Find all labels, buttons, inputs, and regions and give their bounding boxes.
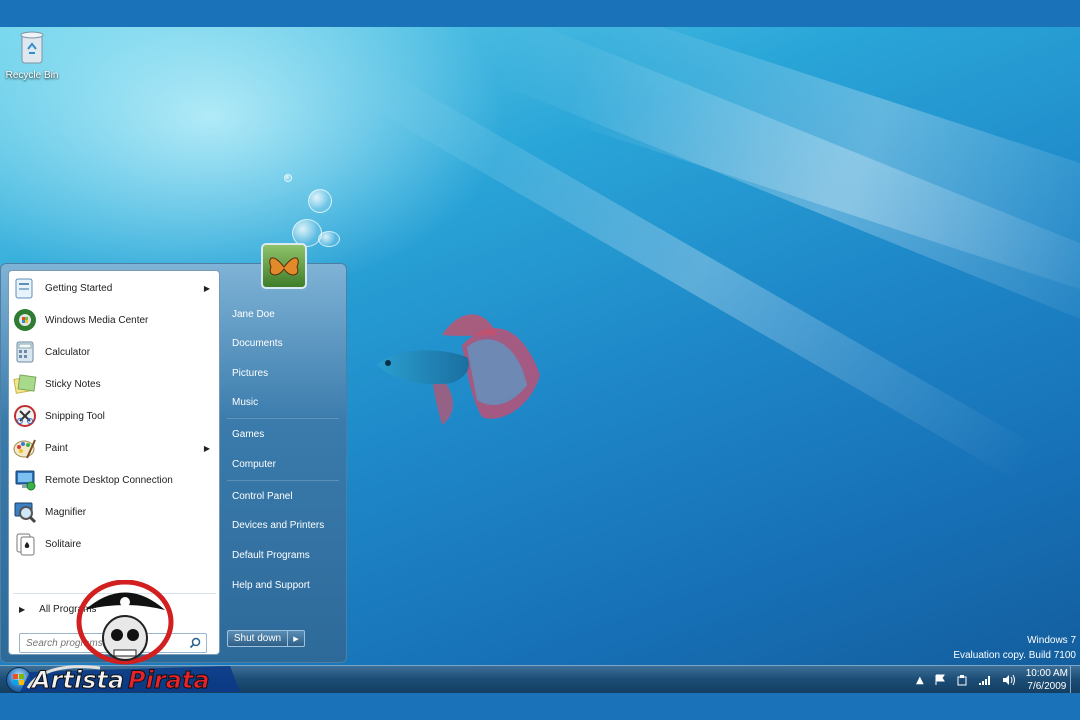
getting-started-icon [12,275,38,301]
sticky-notes-icon [12,371,38,397]
top-frame-bar [0,0,1080,27]
link-control-panel[interactable]: Control Panel [227,483,339,509]
show-desktop-button[interactable] [1070,666,1080,694]
program-label: Paint [45,442,68,454]
windows-watermark: Windows 7 Evaluation copy. Build 7100 [953,633,1076,663]
svg-text:Artista: Artista [30,666,124,694]
safely-remove-hardware-icon[interactable] [956,674,968,686]
program-label: Remote Desktop Connection [45,474,173,486]
clock-time: 10:00 AM [1025,668,1068,679]
desktop-icon-recycle-bin[interactable]: Recycle Bin [4,29,60,81]
action-center-flag-icon[interactable] [934,674,946,686]
show-hidden-icons-icon[interactable]: ▲ [916,675,924,686]
program-label: Windows Media Center [45,314,149,326]
program-label: Sticky Notes [45,378,101,390]
watermark-build: Evaluation copy. Build 7100 [953,650,1076,661]
link-computer[interactable]: Computer [227,451,339,477]
artistapirata-logo: Artista Pirata [20,580,240,695]
media-center-icon [12,307,38,333]
network-signal-icon[interactable] [978,674,992,686]
program-paint[interactable]: Paint ▶ [11,432,218,464]
volume-icon[interactable] [1002,674,1016,686]
program-remote-desktop-connection[interactable]: Remote Desktop Connection [11,464,218,496]
link-devices-and-printers[interactable]: Devices and Printers [227,512,339,538]
submenu-arrow-icon[interactable]: ▶ [204,444,210,453]
calculator-icon [12,339,38,365]
submenu-arrow-icon[interactable]: ▶ [204,284,210,293]
clock-date: 7/6/2009 [1027,681,1067,692]
program-getting-started[interactable]: Getting Started ▶ [11,272,218,304]
magnifier-icon [12,499,38,525]
paint-icon [12,435,38,461]
program-label: Snipping Tool [45,410,105,422]
remote-desktop-icon [12,467,38,493]
desktop-icon-label: Recycle Bin [5,70,59,81]
svg-text:Pirata: Pirata [128,666,210,694]
watermark-title: Windows 7 [1027,635,1076,646]
link-pictures[interactable]: Pictures [227,360,339,386]
link-documents[interactable]: Documents [227,330,339,356]
butterfly-icon [269,257,299,276]
system-tray: ▲ 10:00 AM 7/6/2009 [916,666,1068,694]
solitaire-icon [12,531,38,557]
link-music[interactable]: Music [227,389,339,415]
divider [227,418,339,419]
program-calculator[interactable]: Calculator [11,336,218,368]
betta-fish-image [377,314,540,425]
shutdown-options-arrow-icon[interactable]: ▶ [288,631,304,646]
snipping-tool-icon [12,403,38,429]
program-sticky-notes[interactable]: Sticky Notes [11,368,218,400]
divider [227,480,339,481]
program-label: Getting Started [45,282,113,294]
program-windows-media-center[interactable]: Windows Media Center [11,304,218,336]
program-solitaire[interactable]: Solitaire [11,528,218,560]
bubble [284,174,292,182]
link-games[interactable]: Games [227,421,339,447]
program-label: Solitaire [45,538,82,550]
program-label: Calculator [45,346,91,358]
program-label: Magnifier [45,506,87,518]
program-magnifier[interactable]: Magnifier [11,496,218,528]
link-user-folder[interactable]: Jane Doe [227,301,339,327]
bubble [318,231,340,247]
recycle-bin-icon [20,31,44,64]
clock[interactable]: 10:00 AM 7/6/2009 [1026,667,1068,693]
link-default-programs[interactable]: Default Programs [227,542,339,568]
program-snipping-tool[interactable]: Snipping Tool [11,400,218,432]
user-picture[interactable] [261,243,307,289]
bubble [308,189,332,213]
